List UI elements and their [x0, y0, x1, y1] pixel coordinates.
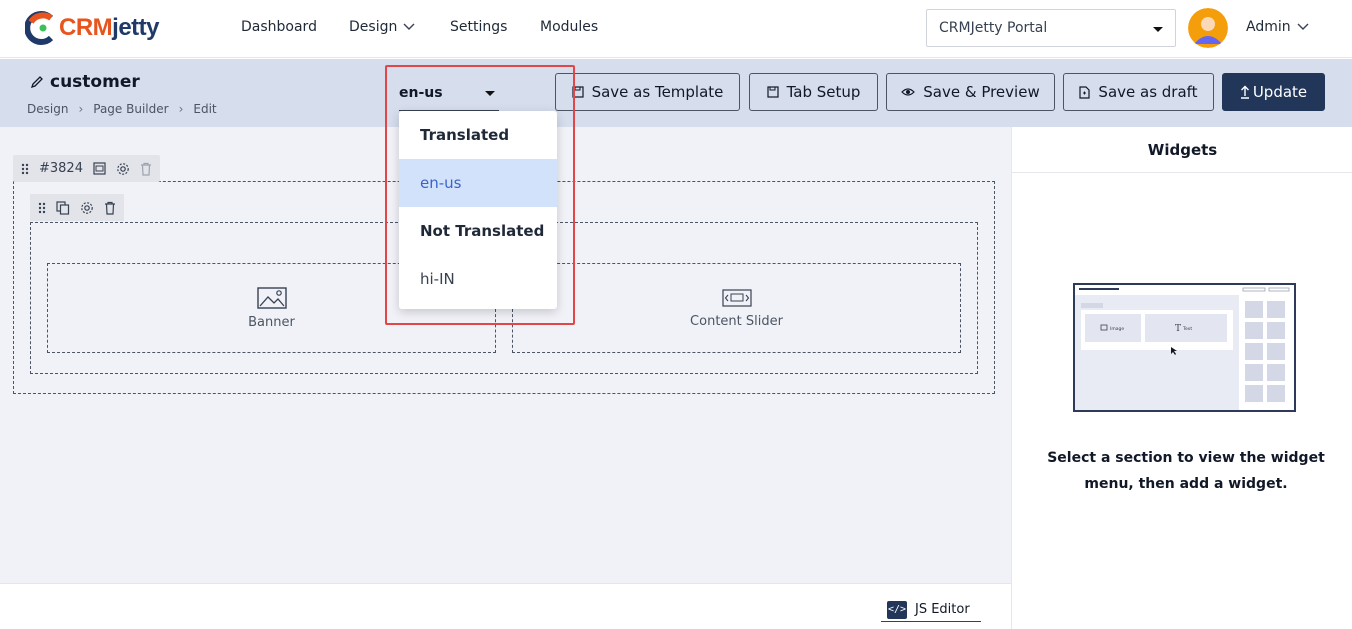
slider-icon	[721, 288, 752, 307]
widgets-panel: Widgets Image T Text Select a section to…	[1011, 127, 1352, 629]
section-id: #3824	[39, 161, 83, 176]
trash-icon[interactable]	[104, 201, 116, 215]
gear-icon[interactable]	[80, 201, 94, 215]
save-and-preview-button[interactable]: Save & Preview	[886, 73, 1055, 111]
widgets-title: Widgets	[1012, 127, 1352, 173]
widget-label: Content Slider	[690, 313, 783, 329]
tab-setup-button[interactable]: Tab Setup	[749, 73, 878, 111]
chevron-down-icon	[1297, 23, 1309, 30]
avatar[interactable]	[1188, 8, 1228, 48]
user-avatar-icon	[1188, 8, 1228, 48]
row-toolbar	[30, 194, 124, 221]
nav-modules[interactable]: Modules	[540, 19, 598, 35]
image-icon	[256, 286, 287, 309]
update-button[interactable]: Update	[1222, 73, 1325, 111]
gear-icon[interactable]	[116, 162, 130, 176]
copy-icon[interactable]	[56, 200, 70, 215]
nav-design[interactable]: Design	[349, 19, 415, 35]
breadcrumb-page-builder[interactable]: Page Builder	[93, 102, 168, 116]
logo-text: CRMjetty	[59, 14, 160, 41]
chevron-right-icon: ›	[178, 102, 184, 116]
draft-icon	[1079, 85, 1091, 99]
breadcrumb-design[interactable]: Design	[27, 102, 68, 116]
highlight-annotation	[385, 65, 575, 325]
portal-select[interactable]: CRMJetty Portal	[926, 9, 1176, 47]
layout-icon[interactable]	[93, 162, 106, 175]
canvas-footer: </> JS Editor	[0, 583, 1011, 629]
chevron-right-icon: ›	[78, 102, 84, 116]
page-header: customer Design › Page Builder › Edit en…	[0, 59, 1352, 127]
chevron-down-icon	[403, 23, 415, 30]
svg-text:Image: Image	[1110, 326, 1124, 332]
nav-settings[interactable]: Settings	[450, 19, 507, 35]
page-title: customer	[30, 72, 140, 92]
breadcrumb: Design › Page Builder › Edit	[27, 102, 217, 116]
save-as-template-button[interactable]: Save as Template	[555, 73, 740, 111]
breadcrumb-edit: Edit	[193, 102, 217, 116]
eye-icon	[901, 88, 916, 96]
column-content-slider[interactable]: Content Slider	[512, 263, 961, 353]
js-editor-button[interactable]: </> JS Editor	[881, 598, 981, 622]
widget-illustration-icon: Image T Text	[1073, 283, 1296, 412]
drag-handle-icon[interactable]	[21, 163, 29, 175]
nav-dashboard[interactable]: Dashboard	[241, 19, 317, 35]
code-icon: </>	[887, 600, 907, 619]
drag-handle-icon[interactable]	[38, 202, 46, 214]
logo-mark-icon	[25, 11, 54, 45]
trash-icon[interactable]	[140, 162, 152, 176]
crmjetty-logo[interactable]: CRMjetty	[25, 9, 160, 47]
user-menu[interactable]: Admin	[1246, 19, 1309, 35]
upload-arrow-icon	[1240, 85, 1249, 99]
top-nav: CRMjetty Dashboard Design Settings Modul…	[0, 0, 1352, 58]
caret-down-icon	[1153, 27, 1163, 32]
svg-text:Text: Text	[1182, 326, 1192, 332]
widget-label: Banner	[248, 314, 295, 330]
svg-text:T: T	[1175, 324, 1181, 334]
save-icon	[766, 86, 779, 98]
save-as-draft-button[interactable]: Save as draft	[1063, 73, 1214, 111]
section-toolbar: #3824	[13, 155, 160, 182]
pencil-icon[interactable]	[30, 75, 44, 89]
widgets-hint: Select a section to view the widget menu…	[1047, 450, 1325, 492]
